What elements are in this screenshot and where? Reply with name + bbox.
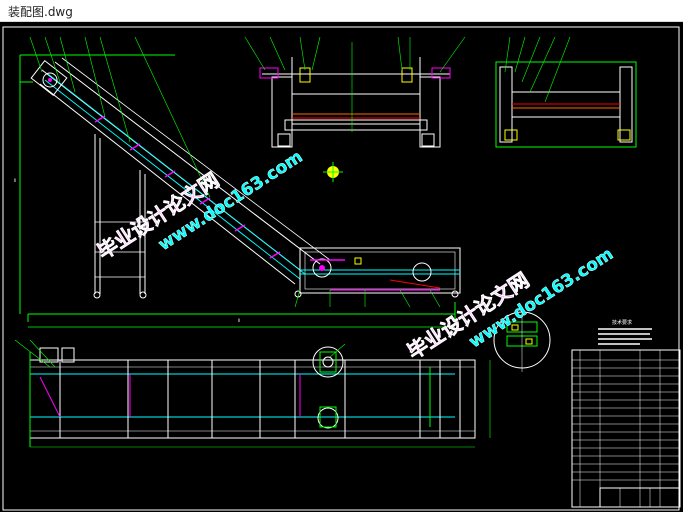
section-view-center <box>244 36 466 148</box>
side-view-inclined-conveyor: II II <box>14 36 461 328</box>
svg-text:II: II <box>238 318 240 323</box>
title-block-table <box>571 317 681 508</box>
drawing-canvas[interactable]: II II 技术要求 毕业设计论文网 www.doc163.com 毕业设计论文… <box>0 22 683 512</box>
tech-requirements-header: 技术要求 <box>612 319 632 326</box>
cad-drawing: II II 技术要求 毕业设计论文网 www.doc163.com 毕业设计论文… <box>2 26 681 511</box>
watermark-2: 毕业设计论文网 www.doc163.com <box>403 244 618 364</box>
compass-symbol-icon <box>323 162 343 182</box>
window-title: 装配图.dwg <box>8 5 73 19</box>
end-view-right <box>495 36 637 148</box>
svg-text:II: II <box>14 178 16 183</box>
window-titlebar: 装配图.dwg <box>0 0 683 22</box>
